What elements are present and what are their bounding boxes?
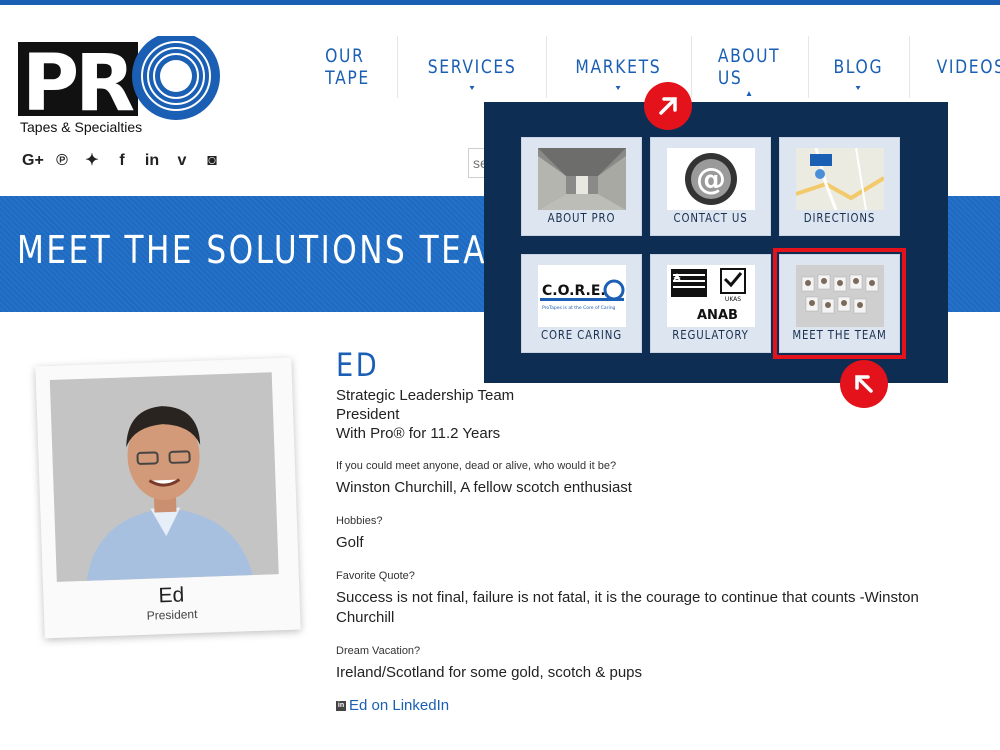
map-image bbox=[796, 148, 884, 210]
question: If you could meet anyone, dead or alive,… bbox=[336, 460, 617, 472]
nav-about-us[interactable]: ABOUT US bbox=[702, 36, 797, 98]
profile-photo bbox=[49, 372, 279, 582]
arrow-annotation-icon bbox=[644, 82, 692, 130]
tile-contact-us[interactable]: @ CONTACT US bbox=[650, 137, 771, 236]
twitter-icon[interactable]: ✦ bbox=[82, 150, 102, 172]
answer: Winston Churchill, A fellow scotch enthu… bbox=[336, 479, 632, 496]
linkedin-icon: in bbox=[336, 700, 346, 711]
question: Favorite Quote? bbox=[336, 570, 415, 582]
linkedin-icon[interactable]: in bbox=[142, 150, 162, 172]
top-accent-bar bbox=[0, 0, 1000, 5]
tile-meet-the-team[interactable]: MEET THE TEAM bbox=[773, 248, 906, 359]
nav-divider bbox=[908, 36, 910, 98]
svg-text:ANAB: ANAB bbox=[697, 308, 738, 323]
core-logo: C.O.R.E. ProTapes is at the Core of Cari… bbox=[538, 265, 626, 327]
svg-text:PR: PR bbox=[22, 39, 134, 129]
certification-logos: UKAS ANAB bbox=[667, 265, 755, 327]
about-us-dropdown: ABOUT PRO @ CONTACT US DIRECTIONS C.O.R.… bbox=[484, 102, 948, 383]
profile-details: ED Strategic Leadership Team President W… bbox=[336, 346, 936, 714]
tile-core-caring[interactable]: C.O.R.E. ProTapes is at the Core of Cari… bbox=[521, 254, 642, 353]
chevron-down-icon bbox=[616, 86, 622, 90]
svg-text:UKAS: UKAS bbox=[725, 296, 741, 303]
nav-blog[interactable]: BLOG bbox=[817, 36, 900, 98]
profile-team: Strategic Leadership Team bbox=[336, 387, 515, 404]
profile-name: ED bbox=[336, 346, 380, 384]
answer: Ireland/Scotland for some gold, scotch &… bbox=[336, 664, 643, 681]
nav-divider bbox=[807, 36, 809, 98]
nav-services[interactable]: SERVICES bbox=[411, 36, 533, 98]
answer: Success is not final, failure is not fat… bbox=[336, 589, 919, 626]
team-photos-image bbox=[796, 265, 884, 327]
profile-card: Ed President bbox=[35, 357, 301, 639]
svg-text:@: @ bbox=[696, 162, 726, 197]
question: Dream Vacation? bbox=[336, 645, 421, 657]
linkedin-link[interactable]: in Ed on LinkedIn bbox=[336, 697, 936, 714]
profile-tenure: With Pro® for 11.2 Years bbox=[336, 425, 501, 442]
chevron-down-icon bbox=[469, 86, 475, 90]
pinterest-icon[interactable]: ℗ bbox=[52, 150, 72, 172]
vimeo-icon[interactable]: v bbox=[172, 150, 192, 172]
nav-divider bbox=[397, 36, 398, 98]
instagram-icon[interactable]: ◙ bbox=[202, 150, 222, 172]
svg-text:C.O.R.E.: C.O.R.E. bbox=[542, 283, 606, 299]
warehouse-image bbox=[538, 148, 626, 210]
answer: Golf bbox=[336, 534, 364, 551]
nav-divider bbox=[545, 36, 547, 98]
social-links: G+ ℗ ✦ f in v ◙ bbox=[22, 150, 222, 172]
at-sign-icon: @ bbox=[667, 148, 755, 210]
chevron-down-icon bbox=[856, 86, 861, 90]
question: Hobbies? bbox=[336, 515, 383, 527]
logo-tagline: Tapes & Specialties bbox=[20, 119, 143, 135]
google-plus-icon[interactable]: G+ bbox=[22, 150, 44, 172]
tile-regulatory[interactable]: UKAS ANAB REGULATORY bbox=[650, 254, 771, 353]
tile-directions[interactable]: DIRECTIONS bbox=[779, 137, 900, 236]
svg-text:ProTapes is at the Core of Car: ProTapes is at the Core of Caring bbox=[542, 305, 616, 311]
nav-our-tape[interactable]: OUR TAPE bbox=[309, 36, 389, 98]
profile-title: President bbox=[336, 406, 400, 423]
tile-about-pro[interactable]: ABOUT PRO bbox=[521, 137, 642, 236]
nav-divider bbox=[690, 36, 692, 98]
page-title: MEET THE SOLUTIONS TEAM bbox=[17, 228, 517, 272]
nav-videos[interactable]: VIDEOS bbox=[920, 36, 1000, 98]
facebook-icon[interactable]: f bbox=[112, 150, 132, 172]
chevron-up-icon bbox=[747, 91, 753, 96]
